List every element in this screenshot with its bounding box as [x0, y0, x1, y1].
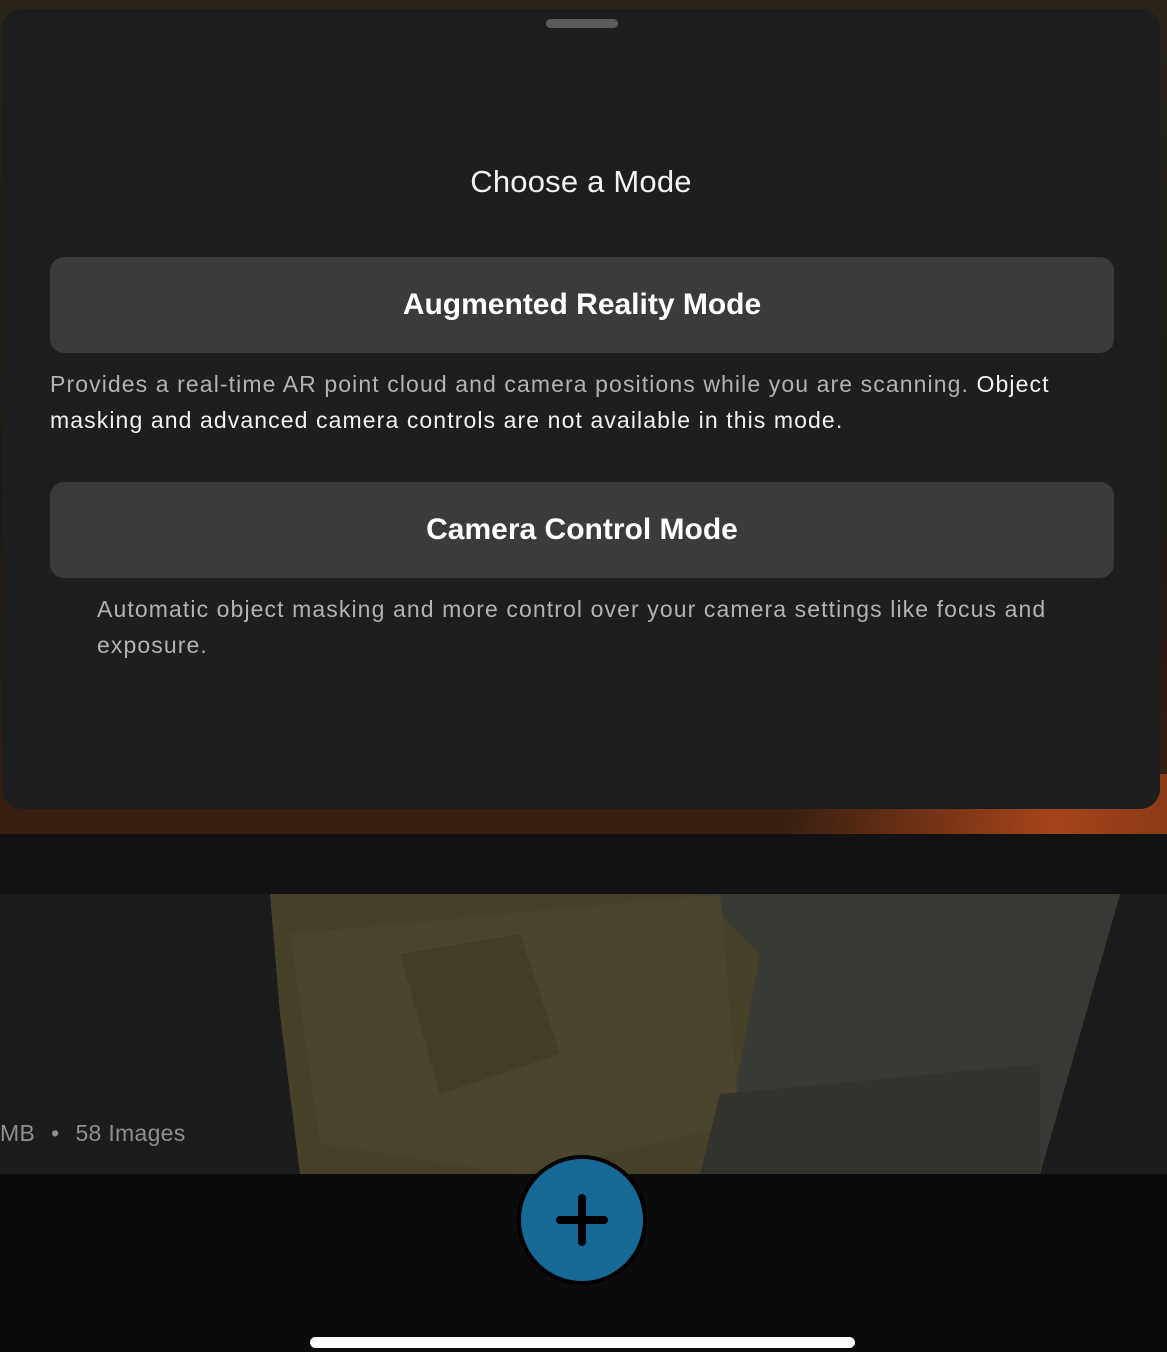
scan-size: MB [0, 1120, 36, 1146]
camera-control-mode-label: Camera Control Mode [426, 513, 738, 546]
sheet-grabber[interactable] [546, 19, 618, 28]
mode-selection-sheet: Choose a Mode Augmented Reality Mode Pro… [2, 9, 1160, 809]
meta-separator: • [51, 1120, 60, 1146]
augmented-reality-mode-label: Augmented Reality Mode [402, 288, 762, 321]
add-scan-button[interactable] [517, 1155, 647, 1285]
ar-description-lead: Provides a real-time AR point cloud and … [50, 371, 969, 397]
augmented-reality-mode-button[interactable]: Augmented Reality Mode [50, 257, 1114, 353]
plus-icon [556, 1194, 608, 1246]
list-separator [0, 834, 1167, 894]
image-count: 58 Images [75, 1120, 186, 1146]
camera-control-mode-button[interactable]: Camera Control Mode [50, 482, 1114, 578]
app-screen: MB • 58 Images Choose a Mode Augmented Rea… [0, 0, 1167, 1352]
home-indicator[interactable] [310, 1337, 855, 1348]
scan-metadata: MB • 58 Images [0, 1120, 186, 1147]
add-button-fill [521, 1159, 643, 1281]
sheet-title: Choose a Mode [470, 164, 692, 199]
camera-control-mode-description: Automatic object masking and more contro… [97, 596, 1047, 658]
augmented-reality-mode-description: Provides a real-time AR point cloud and … [50, 366, 1120, 438]
